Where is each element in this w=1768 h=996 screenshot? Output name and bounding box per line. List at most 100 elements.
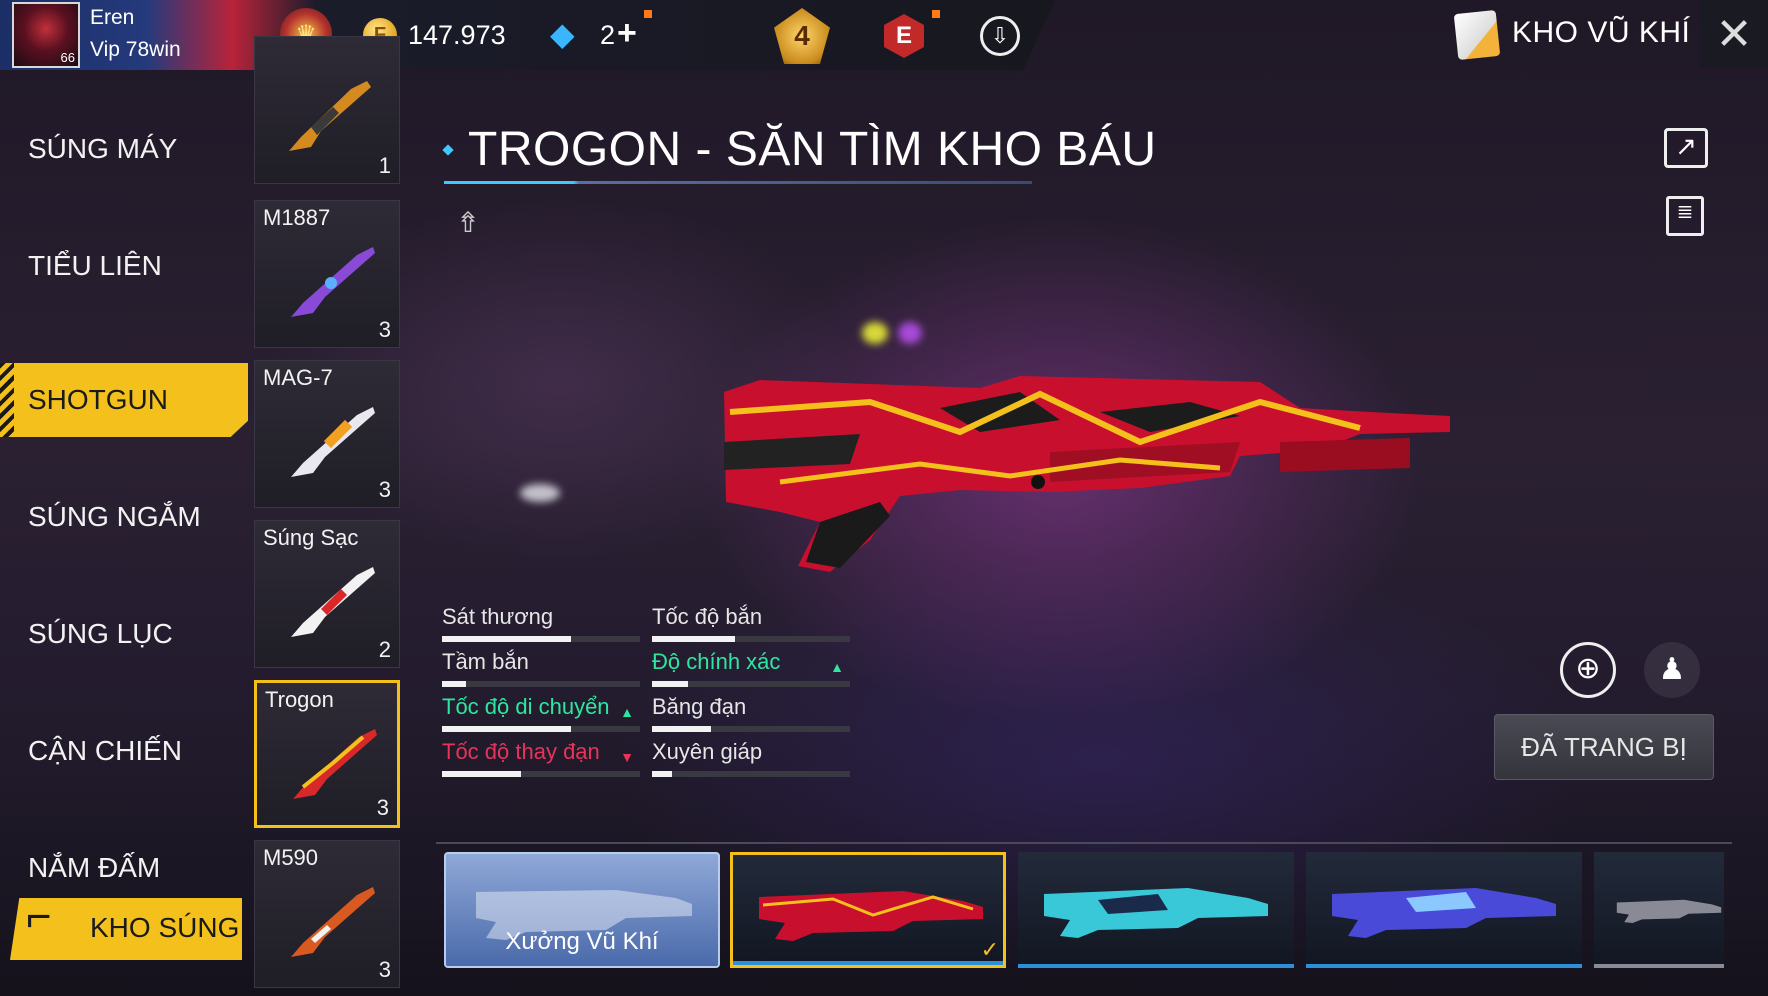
skin-gun-icon	[1332, 888, 1556, 938]
close-button[interactable]: ✕	[1700, 0, 1768, 68]
stat-bar	[442, 726, 640, 732]
weapon-card[interactable]: MAG-7 3	[254, 360, 400, 508]
stat-fill	[442, 771, 522, 777]
stat-bar	[652, 771, 850, 777]
skin-strip-divider	[436, 842, 1732, 844]
gun-locker-label: KHO SÚNG	[90, 912, 240, 943]
skin-gun-icon	[1044, 888, 1268, 938]
stat-fill	[652, 636, 736, 642]
stat-label: Tốc độ bắn	[652, 604, 763, 629]
weapon-workshop-tile[interactable]: Xưởng Vũ Khí	[444, 852, 720, 968]
category-smg[interactable]: TIỂU LIÊN	[0, 229, 248, 303]
stat-fill	[652, 771, 672, 777]
elite-notification-dot	[932, 10, 940, 18]
stat-bar	[442, 636, 640, 642]
stat-label: Băng đạn	[652, 694, 747, 719]
stat-accuracy: Độ chính xác ▲	[652, 649, 850, 693]
skin-tile-bar	[733, 961, 1003, 965]
category-machine-gun[interactable]: SÚNG MÁY	[0, 112, 248, 186]
weapon-card[interactable]: 1	[254, 36, 400, 184]
category-shotgun[interactable]: SHOTGUN	[0, 363, 248, 437]
weapon-name: M1887	[263, 205, 331, 230]
skin-tile[interactable]	[1594, 852, 1724, 968]
trogon-shotgun-render	[724, 376, 1450, 572]
weapon-count: 3	[378, 317, 391, 342]
detail-search-icon[interactable]: ≣	[1666, 196, 1704, 236]
stat-label: Tốc độ di chuyển	[442, 694, 610, 719]
check-icon: ✓	[980, 937, 999, 962]
upgrade-icon[interactable]: ⇮	[450, 206, 486, 242]
stat-range: Tầm bắn	[442, 649, 640, 693]
cloud-download-icon[interactable]: ⇩	[980, 16, 1020, 56]
stats-panel: Sát thương Tốc độ bắn Tầm bắn Độ chính x…	[442, 604, 852, 784]
stat-label: Tốc độ thay đạn	[442, 739, 600, 764]
diamond-amount: 2	[600, 20, 616, 50]
stat-armor-penetration: Xuyên giáp	[652, 739, 850, 783]
stat-label: Sát thương	[442, 604, 554, 629]
zoom-in-icon[interactable]: ⊕	[1560, 642, 1616, 698]
stat-fill	[652, 681, 688, 687]
stat-bar	[652, 726, 850, 732]
stat-fill	[442, 681, 466, 687]
weapon-name: MAG-7	[263, 365, 333, 390]
weapon-count: 3	[376, 795, 389, 820]
stat-down-arrow-icon: ▼	[620, 749, 634, 765]
light-spot	[898, 322, 922, 344]
workshop-label: Xưởng Vũ Khí	[505, 928, 659, 955]
diamond-notification-dot	[644, 10, 652, 18]
skin-tile[interactable]	[1306, 852, 1582, 968]
skin-tile-bar	[1018, 964, 1294, 968]
stat-fire-rate: Tốc độ bắn	[652, 604, 850, 648]
armory-icon	[1453, 9, 1501, 61]
light-spot	[862, 322, 888, 344]
weapon-card[interactable]: M1887 3	[254, 200, 400, 348]
stat-up-arrow-icon: ▲	[830, 659, 844, 675]
stat-fill	[442, 726, 571, 732]
weapon-name: M590	[263, 845, 319, 870]
shotgun-icon	[293, 729, 377, 799]
stat-bar	[652, 636, 850, 642]
shotgun-icon	[291, 247, 375, 317]
skin-tile-selected[interactable]: ✓	[730, 852, 1006, 968]
stat-magazine: Băng đạn	[652, 694, 850, 738]
skin-gun-icon	[1616, 899, 1722, 924]
weapon-count: 2	[378, 637, 391, 662]
skin-tile-bar	[1306, 964, 1582, 968]
stat-bar	[442, 681, 640, 687]
title-bullet	[442, 144, 454, 156]
player-level: 66	[60, 50, 75, 65]
category-sniper[interactable]: SÚNG NGẮM	[0, 480, 248, 554]
share-icon[interactable]: ↗	[1664, 128, 1708, 168]
weapon-card[interactable]: Súng Sạc 2	[254, 520, 400, 668]
category-pistol[interactable]: SÚNG LỤC	[0, 597, 248, 671]
weapon-count: 3	[378, 957, 391, 982]
skin-tile[interactable]	[1018, 852, 1294, 968]
shotgun-icon	[291, 407, 375, 477]
page-title: KHO VŨ KHÍ	[1512, 16, 1691, 49]
avatar[interactable]: 66	[12, 2, 80, 68]
shotgun-icon	[289, 81, 371, 151]
skin-gun-icon	[759, 891, 983, 941]
skin-tile-bar	[1594, 964, 1724, 968]
stat-damage: Sát thương	[442, 604, 640, 648]
player-subtitle: Vip 78win	[90, 38, 181, 61]
stat-move-speed: Tốc độ di chuyển ▲	[442, 694, 640, 738]
diamond-icon: ◆	[550, 16, 575, 52]
weapon-name: Trogon	[265, 687, 334, 712]
stat-up-arrow-icon: ▲	[620, 704, 634, 720]
stat-fill	[442, 636, 571, 642]
weapon-card-selected[interactable]: Trogon 3	[254, 680, 400, 828]
weapon-count: 1	[378, 153, 391, 178]
stat-fill	[652, 726, 712, 732]
shotgun-icon	[291, 887, 375, 957]
category-melee[interactable]: CẬN CHIẾN	[0, 714, 248, 788]
stat-bar	[442, 771, 640, 777]
skin-title: TROGON - SĂN TÌM KHO BÁU	[468, 123, 1157, 176]
add-diamonds-button[interactable]: +	[617, 14, 637, 53]
character-pose-icon[interactable]: ♟	[1644, 642, 1700, 698]
weapon-card[interactable]: M590 3	[254, 840, 400, 988]
weapon-name: Súng Sạc	[263, 525, 359, 550]
gold-amount: 147.973	[408, 20, 506, 50]
stat-label: Độ chính xác	[652, 649, 781, 674]
equipped-button[interactable]: ĐÃ TRANG BỊ	[1494, 714, 1714, 780]
